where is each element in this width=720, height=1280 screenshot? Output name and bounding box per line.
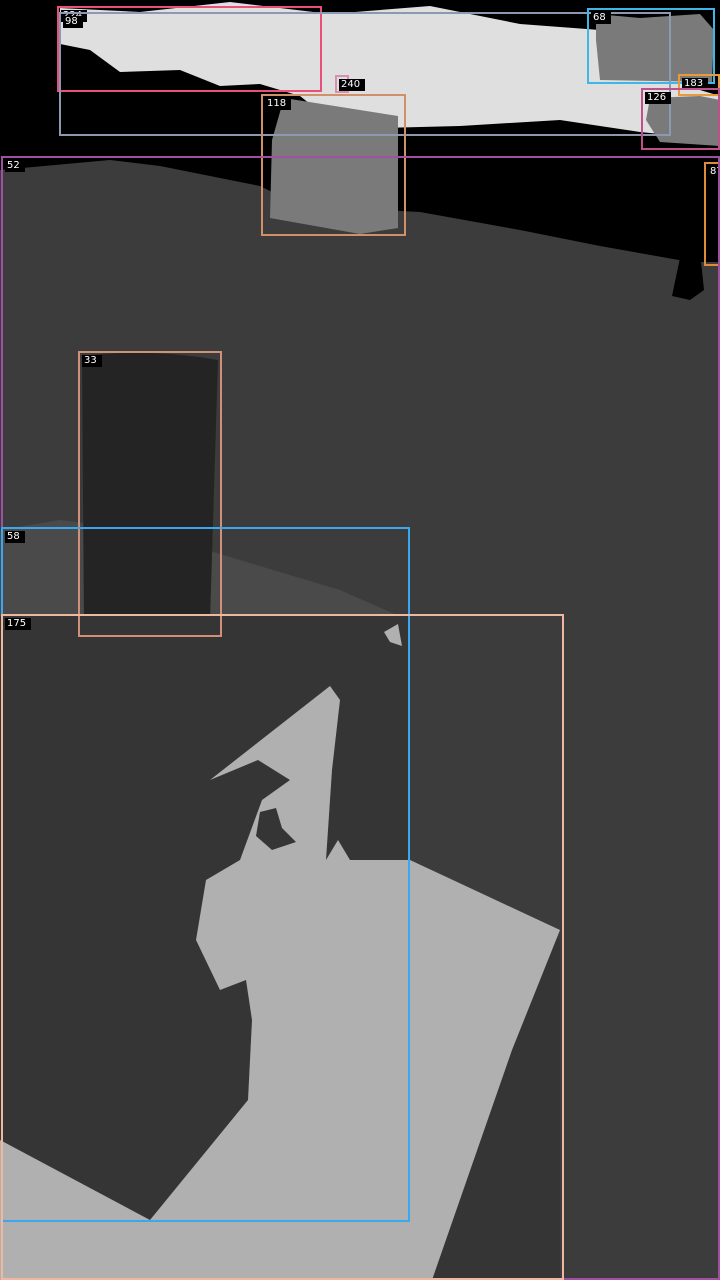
bbox-label: 52 (5, 160, 25, 172)
bbox-label: 175 (5, 618, 32, 630)
bbox-label: 68 (591, 12, 611, 24)
bbox-175: 175 (1, 614, 564, 1280)
bbox-label: 58 (5, 531, 25, 543)
bbox-label: 126 (645, 92, 672, 104)
bbox-label: 33 (82, 355, 102, 367)
bbox-label: 118 (265, 98, 292, 110)
bbox-label: 98 (63, 16, 83, 28)
bbox-240: 240 (335, 75, 366, 93)
bbox-label: 240 (339, 79, 366, 91)
bbox-126: 126 (641, 88, 720, 150)
bbox-68: 68 (587, 8, 715, 84)
